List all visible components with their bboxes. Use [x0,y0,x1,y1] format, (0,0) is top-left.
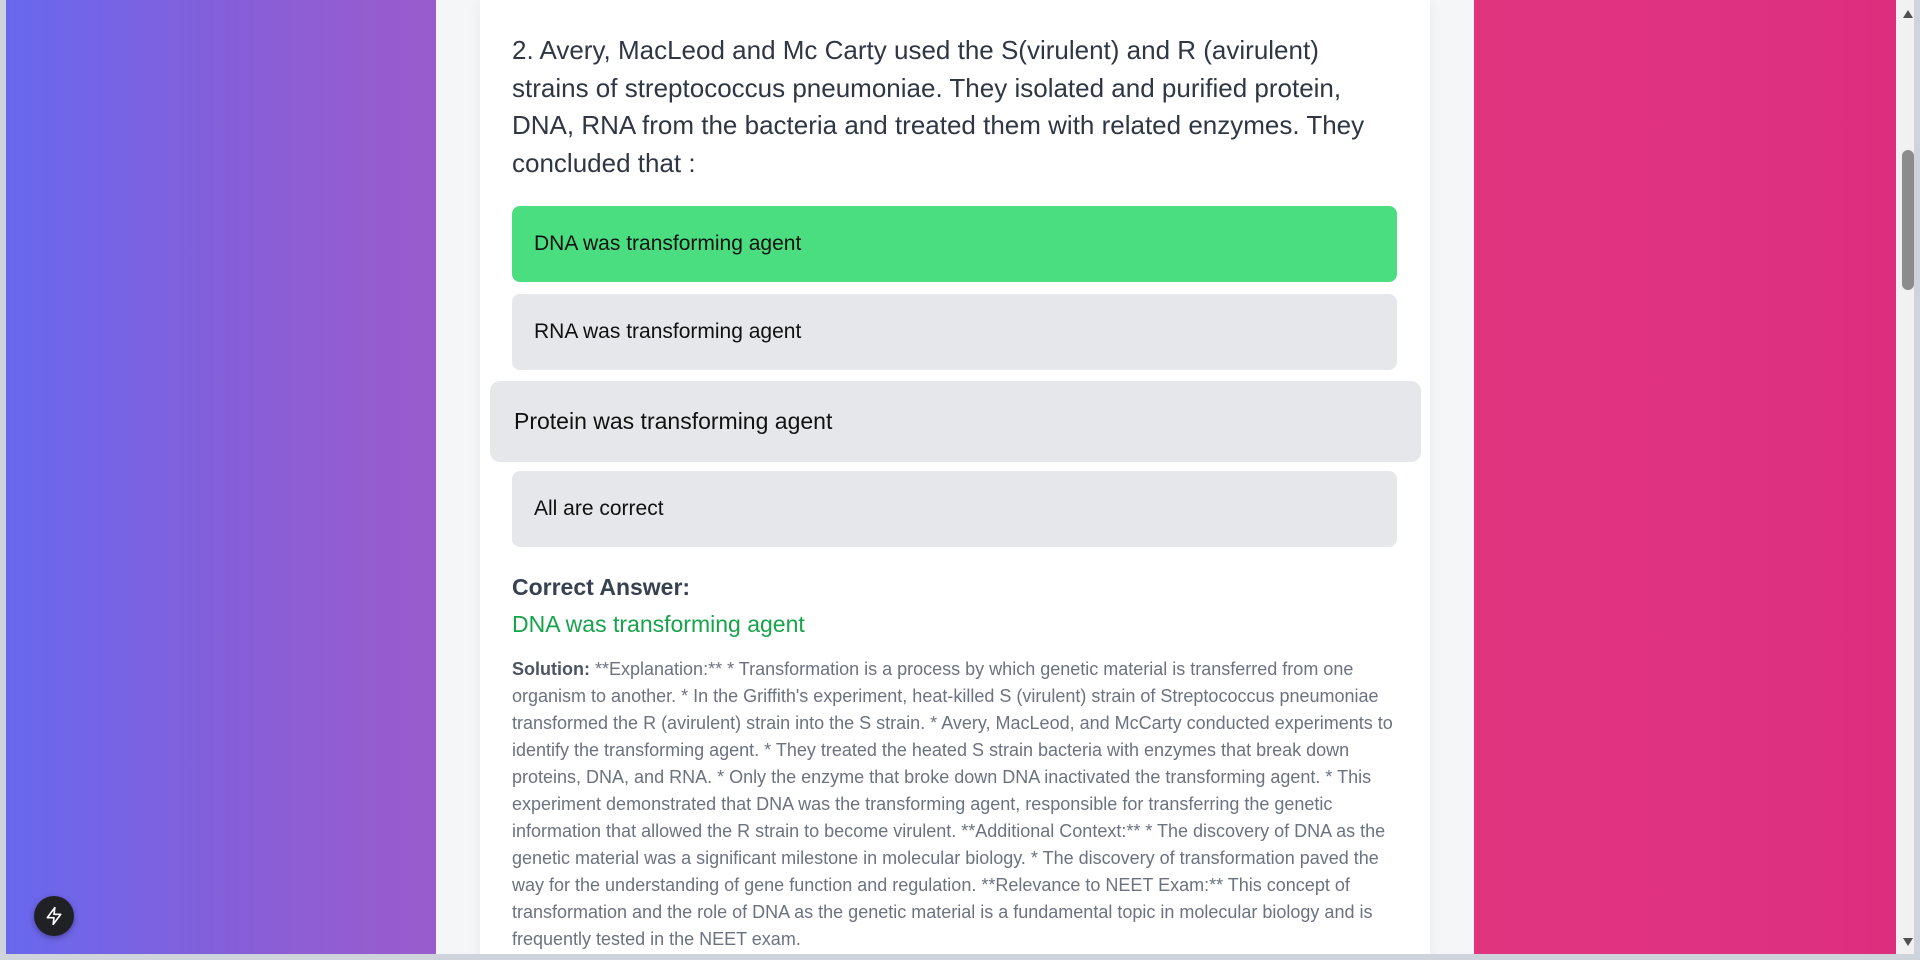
option-3-hovered[interactable]: Protein was transforming agent [490,381,1421,462]
option-label: DNA was transforming agent [534,232,802,255]
left-gradient-panel [6,0,436,954]
option-1-correct[interactable]: DNA was transforming agent [512,206,1397,282]
option-label: Protein was transforming agent [514,408,833,434]
question-text: 2. Avery, MacLeod and Mc Carty used the … [512,35,1365,178]
solution-body: **Explanation:** * Transformation is a p… [512,659,1393,949]
option-label: RNA was transforming agent [534,320,802,343]
window-bottom-border [0,954,1920,960]
scrollbar-thumb[interactable] [1902,150,1914,290]
correct-answer-heading: Correct Answer: [512,574,691,600]
right-gradient-panel [1474,0,1914,954]
solution-text: Solution: **Explanation:** * Transformat… [512,656,1398,953]
correct-answer-value: DNA was transforming agent [512,611,805,637]
lightning-bolt-icon[interactable] [34,896,74,936]
triangle-up-icon[interactable] [1896,4,1914,24]
vertical-scrollbar[interactable] [1896,0,1914,954]
browser-viewport: 2. Avery, MacLeod and Mc Carty used the … [0,0,1920,960]
solution-label: Solution: [512,659,590,679]
triangle-down-icon[interactable] [1896,932,1914,952]
option-label: All are correct [534,497,664,520]
option-2[interactable]: RNA was transforming agent [512,294,1397,370]
option-4[interactable]: All are correct [512,471,1397,547]
